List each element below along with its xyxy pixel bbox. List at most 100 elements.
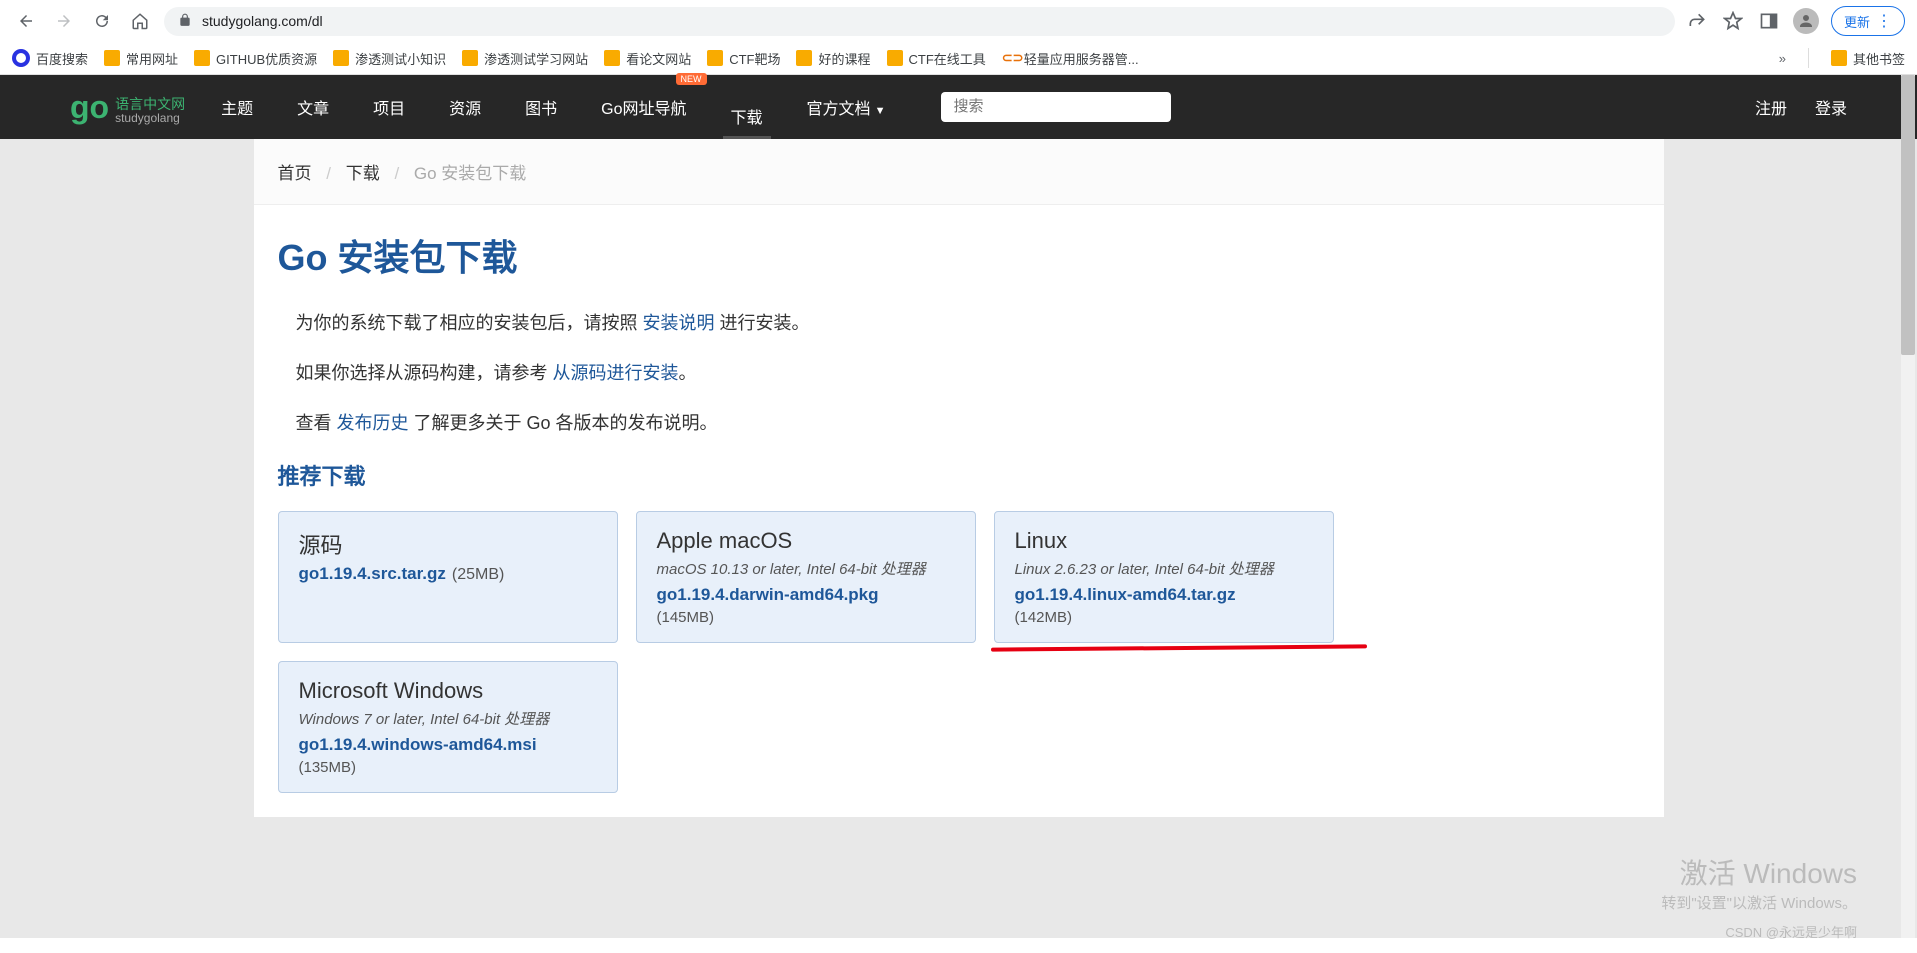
card-file: go1.19.4.darwin-amd64.pkg (657, 585, 955, 605)
url-bar[interactable]: studygolang.com/dl (164, 7, 1675, 36)
other-bookmarks[interactable]: 其他书签 (1831, 49, 1905, 68)
download-card-source[interactable]: 源码 go1.19.4.src.tar.gz (25MB) (278, 511, 618, 643)
back-button[interactable] (12, 7, 40, 35)
url-text: studygolang.com/dl (202, 13, 323, 29)
search-input[interactable] (953, 98, 1159, 115)
nav-topics[interactable]: 主题 (213, 75, 261, 139)
windows-watermark: 激活 Windows 转到"设置"以激活 Windows。 (1661, 852, 1857, 913)
folder-icon (194, 50, 210, 66)
csdn-watermark: CSDN @永远是少年啊 (1725, 922, 1857, 941)
recommended-downloads-title: 推荐下载 (278, 459, 1640, 491)
release-history-link[interactable]: 发布历史 (337, 413, 409, 433)
install-instructions-link[interactable]: 安装说明 (643, 313, 715, 333)
main-content: Go 安装包下载 为你的系统下载了相应的安装包后，请按照 安装说明 进行安装。 … (254, 205, 1664, 817)
nav-resources[interactable]: 资源 (441, 75, 489, 139)
card-file: go1.19.4.windows-amd64.msi (299, 735, 597, 755)
star-icon[interactable] (1721, 9, 1745, 33)
bookmark-ctf[interactable]: CTF靶场 (707, 49, 780, 68)
breadcrumb: 首页 / 下载 / Go 安装包下载 (254, 139, 1664, 205)
folder-icon (707, 50, 723, 66)
download-grid: 源码 go1.19.4.src.tar.gz (25MB) Apple macOS… (278, 511, 1640, 793)
site-topnav: go 语言中文网 studygolang 主题 文章 项目 资源 图书 Go网址… (0, 75, 1917, 139)
download-card-macos[interactable]: Apple macOS macOS 10.13 or later, Intel … (636, 511, 976, 643)
bookmark-pentest[interactable]: 渗透测试小知识 (333, 49, 446, 68)
card-size: (135MB) (299, 759, 597, 776)
intro-para-2: 如果你选择从源码构建，请参考 从源码进行安装。 (278, 359, 1640, 385)
page-title: Go 安装包下载 (278, 229, 1640, 281)
card-title: Apple macOS (657, 528, 955, 554)
scrollbar[interactable] (1901, 75, 1915, 938)
download-card-windows[interactable]: Microsoft Windows Windows 7 or later, In… (278, 661, 618, 793)
card-title: Linux (1015, 528, 1313, 554)
main-container: 首页 / 下载 / Go 安装包下载 Go 安装包下载 为你的系统下载了相应的安… (254, 139, 1664, 817)
nav-projects[interactable]: 项目 (365, 75, 413, 139)
breadcrumb-download[interactable]: 下载 (346, 164, 380, 183)
page-viewport: go 语言中文网 studygolang 主题 文章 项目 资源 图书 Go网址… (0, 75, 1917, 938)
card-desc: macOS 10.13 or later, Intel 64-bit 处理器 (657, 558, 955, 579)
baidu-icon (12, 49, 30, 67)
bookmarks-bar: 百度搜索 常用网址 GITHUB优质资源 渗透测试小知识 渗透测试学习网站 看论… (0, 42, 1917, 74)
folder-icon (333, 50, 349, 66)
card-desc: Windows 7 or later, Intel 64-bit 处理器 (299, 708, 597, 729)
card-size: (145MB) (657, 609, 955, 626)
avatar-icon[interactable] (1793, 8, 1819, 34)
bookmark-pentest-learn[interactable]: 渗透测试学习网站 (462, 49, 588, 68)
folder-icon (887, 50, 903, 66)
browser-toolbar: studygolang.com/dl 更新 ⋮ (0, 0, 1917, 42)
logo-en-text: studygolang (115, 112, 185, 125)
card-size: (25MB) (452, 566, 504, 583)
build-from-source-link[interactable]: 从源码进行安装 (553, 363, 679, 383)
bookmark-lightserver[interactable]: ⊂⊃轻量应用服务器管... (1002, 49, 1139, 68)
bookmark-overflow[interactable]: » (1779, 51, 1786, 66)
panel-icon[interactable] (1757, 9, 1781, 33)
chevron-down-icon: ▼ (875, 105, 886, 117)
login-link[interactable]: 登录 (1815, 95, 1847, 119)
nav-books[interactable]: 图书 (517, 75, 565, 139)
card-title: Microsoft Windows (299, 678, 597, 704)
breadcrumb-home[interactable]: 首页 (278, 164, 312, 183)
logo-go-icon: go (70, 89, 109, 126)
register-link[interactable]: 注册 (1755, 95, 1787, 119)
card-file: go1.19.4.linux-amd64.tar.gz (1015, 585, 1313, 605)
home-button[interactable] (126, 7, 154, 35)
bookmark-common[interactable]: 常用网址 (104, 49, 178, 68)
reload-button[interactable] (88, 7, 116, 35)
browser-chrome: studygolang.com/dl 更新 ⋮ 百度搜索 常用网址 GITHUB优… (0, 0, 1917, 75)
logo-cn-text: 语言中文网 (115, 97, 185, 112)
update-button[interactable]: 更新 ⋮ (1831, 6, 1905, 36)
card-desc: Linux 2.6.23 or later, Intel 64-bit 处理器 (1015, 558, 1313, 579)
card-file: go1.19.4.src.tar.gz (299, 564, 446, 583)
folder-icon (796, 50, 812, 66)
card-size: (142MB) (1015, 609, 1313, 626)
search-box[interactable] (941, 92, 1171, 122)
site-logo[interactable]: go 语言中文网 studygolang (70, 89, 185, 126)
intro-para-3: 查看 发布历史 了解更多关于 Go 各版本的发布说明。 (278, 409, 1640, 435)
new-badge: NEW (676, 73, 707, 85)
nav-download[interactable]: 下载 (723, 75, 771, 139)
share-icon[interactable] (1685, 9, 1709, 33)
download-card-linux[interactable]: Linux Linux 2.6.23 or later, Intel 64-bi… (994, 511, 1334, 643)
bookmark-courses[interactable]: 好的课程 (796, 49, 870, 68)
bookmark-ctf-tools[interactable]: CTF在线工具 (887, 49, 986, 68)
folder-icon (104, 50, 120, 66)
folder-icon (462, 50, 478, 66)
folder-icon (1831, 50, 1847, 66)
card-title: 源码 (299, 528, 597, 560)
auth-nav: 注册 登录 (1755, 95, 1847, 119)
menu-dots-icon: ⋮ (1876, 11, 1892, 31)
update-label: 更新 (1844, 12, 1870, 31)
forward-button[interactable] (50, 7, 78, 35)
nav-docs[interactable]: 官方文档▼ (799, 75, 894, 139)
toolbar-right: 更新 ⋮ (1685, 6, 1905, 36)
breadcrumb-current: Go 安装包下载 (414, 164, 526, 183)
link-icon: ⊂⊃ (1002, 50, 1018, 66)
bookmark-github[interactable]: GITHUB优质资源 (194, 49, 317, 68)
nav-articles[interactable]: 文章 (289, 75, 337, 139)
lock-icon (178, 13, 192, 30)
intro-para-1: 为你的系统下载了相应的安装包后，请按照 安装说明 进行安装。 (278, 309, 1640, 335)
nav-go-nav[interactable]: Go网址导航 NEW (593, 75, 694, 139)
bookmark-papers[interactable]: 看论文网站 (604, 49, 691, 68)
scrollbar-thumb[interactable] (1901, 75, 1915, 355)
bookmark-baidu[interactable]: 百度搜索 (12, 49, 88, 68)
folder-icon (604, 50, 620, 66)
